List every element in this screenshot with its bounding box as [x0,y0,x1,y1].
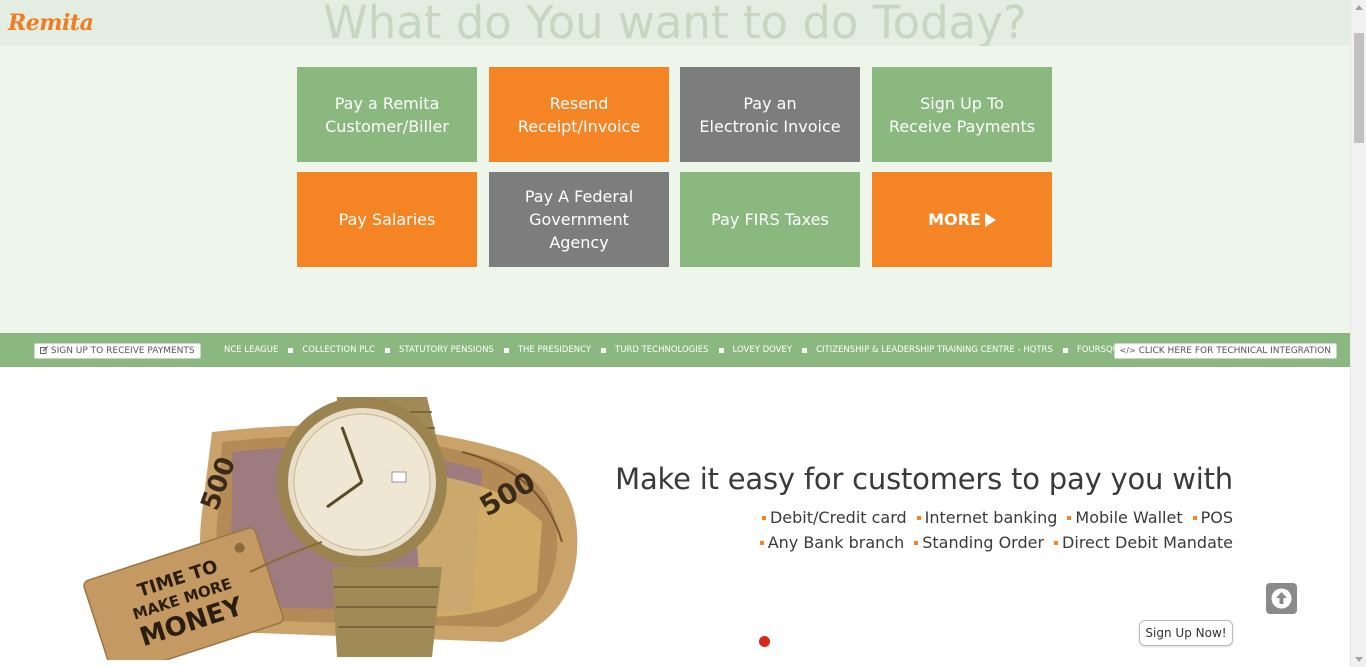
tile-label: MORE [928,210,981,229]
payment-method-label: Any Bank branch [767,533,905,552]
ticker-items: NCE LEAGUE COLLECTION PLC STATUTORY PENSIO… [224,333,1129,367]
ticker-separator-icon [802,347,808,353]
tile-resend-receipt[interactable]: Resend Receipt/Invoice [489,67,669,162]
ticker-item-label: CITIZENSHIP & LEADERSHIP TRAINING CENTRE… [816,345,1053,355]
tile-label: Pay Salaries [338,210,436,229]
payment-method-label: Mobile Wallet [1075,508,1183,527]
edit-icon [40,346,48,354]
ticker-separator-icon [601,347,607,353]
sign-up-now-button[interactable]: Sign Up Now! [1139,620,1233,646]
ticker-item-label: STATUTORY PENSIONS [398,345,494,355]
watch-money-image: 500 500 TIME TO MAKE MORE MONEY [83,397,578,660]
ticker-separator-icon [384,347,390,353]
tile-label: Pay a Remita Customer/Biller [325,93,449,136]
button-label: SIGN UP TO RECEIVE PAYMENTS [50,346,195,356]
carousel-indicator-dot[interactable] [759,636,770,647]
ticker-separator-icon [1062,347,1068,353]
page-headline: What do You want to do Today? [323,0,1027,49]
ticker-item-label: LOVEY DOVEY [732,345,793,355]
payment-method-label: Debit/Credit card [769,508,907,527]
bullet-icon [1067,516,1072,520]
bullet-icon [1054,541,1059,545]
payment-method: Mobile Wallet [1067,508,1183,527]
ticker-item[interactable]: THE PRESIDENCY [518,345,615,355]
tile-label: Pay A Federal Government Agency [524,187,634,252]
page-scrollbar[interactable] [1350,0,1366,667]
scroll-down-arrow-icon[interactable] [1355,657,1363,662]
ticker-item-label: TURD TECHNOLOGIES [615,345,709,355]
promo-title: Make it easy for customers to pay you wi… [615,462,1233,496]
tile-pay-salaries[interactable]: Pay Salaries [297,172,477,267]
bullet-icon [759,541,764,545]
back-to-top-button[interactable] [1266,583,1297,614]
ticker-item-label: COLLECTION PLC [302,345,375,355]
tile-label: Resend Receipt/Invoice [517,93,641,136]
payment-method-label: Standing Order [922,533,1045,552]
ticker-item-label: NCE LEAGUE [224,345,279,355]
ticker-item[interactable]: COLLECTION PLC [302,345,399,355]
bullet-icon [761,516,766,520]
technical-integration-button[interactable]: </> CLICK HERE FOR TECHNICAL INTEGRATION [1113,343,1337,359]
code-icon: </> [1119,346,1136,355]
ticker-item-label: THE PRESIDENCY [517,345,592,355]
payment-methods-line-1: Debit/Credit card Internet banking Mobile … [600,508,1233,527]
tile-pay-firs-taxes[interactable]: Pay FIRS Taxes [680,172,860,267]
ticker-separator-icon [288,347,294,353]
arrow-up-circle-icon [1271,588,1292,609]
bullet-icon [914,541,919,545]
payment-method: Standing Order [914,533,1044,552]
button-label: CLICK HERE FOR TECHNICAL INTEGRATION [1138,346,1331,356]
biller-ticker-bar: SIGN UP TO RECEIVE PAYMENTS NCE LEAGUE CO… [0,333,1350,367]
payment-method: Direct Debit Mandate [1054,533,1233,552]
payment-method-label: POS [1200,508,1233,527]
payment-method: Any Bank branch [759,533,905,552]
tile-label: Sign Up To Receive Payments [888,93,1036,136]
payment-method-label: Direct Debit Mandate [1062,533,1233,552]
sign-up-receive-payments-button[interactable]: SIGN UP TO RECEIVE PAYMENTS [34,343,201,359]
ticker-separator-icon [503,347,509,353]
ticker-item[interactable]: STATUTORY PENSIONS [399,345,518,355]
payment-method: Debit/Credit card [761,508,907,527]
tile-pay-remita-biller[interactable]: Pay a Remita Customer/Biller [297,67,477,162]
scroll-up-arrow-icon[interactable] [1355,5,1363,10]
bullet-icon [916,516,921,520]
ticker-separator-icon [718,347,724,353]
top-header: Remita What do You want to do Today? [0,0,1350,49]
payment-methods-line-2: Any Bank branch Standing Order Direct Debi… [600,533,1233,552]
payment-method: Internet banking [916,508,1058,527]
ticker-item[interactable]: CITIZENSHIP & LEADERSHIP TRAINING CENTRE… [816,345,1077,355]
play-triangle-icon [984,212,996,227]
bullet-icon [1192,516,1197,520]
ticker-item[interactable]: LOVEY DOVEY [733,345,817,355]
ticker-item[interactable]: TURD TECHNOLOGIES [615,345,733,355]
scroll-thumb[interactable] [1354,33,1364,143]
tile-label: Pay an Electronic Invoice [699,93,841,136]
ticker-item[interactable]: NCE LEAGUE [224,345,302,355]
payment-method: POS [1192,508,1233,527]
tile-label: Pay FIRS Taxes [711,210,829,229]
payment-method-label: Internet banking [924,508,1058,527]
tile-sign-up-receive-payments[interactable]: Sign Up To Receive Payments [872,67,1052,162]
tile-more[interactable]: MORE [872,172,1052,267]
tile-pay-electronic-invoice[interactable]: Pay an Electronic Invoice [680,67,860,162]
options-area: Pay a Remita Customer/Biller Resend Rece… [0,46,1350,333]
tile-pay-federal-agency[interactable]: Pay A Federal Government Agency [489,172,669,267]
